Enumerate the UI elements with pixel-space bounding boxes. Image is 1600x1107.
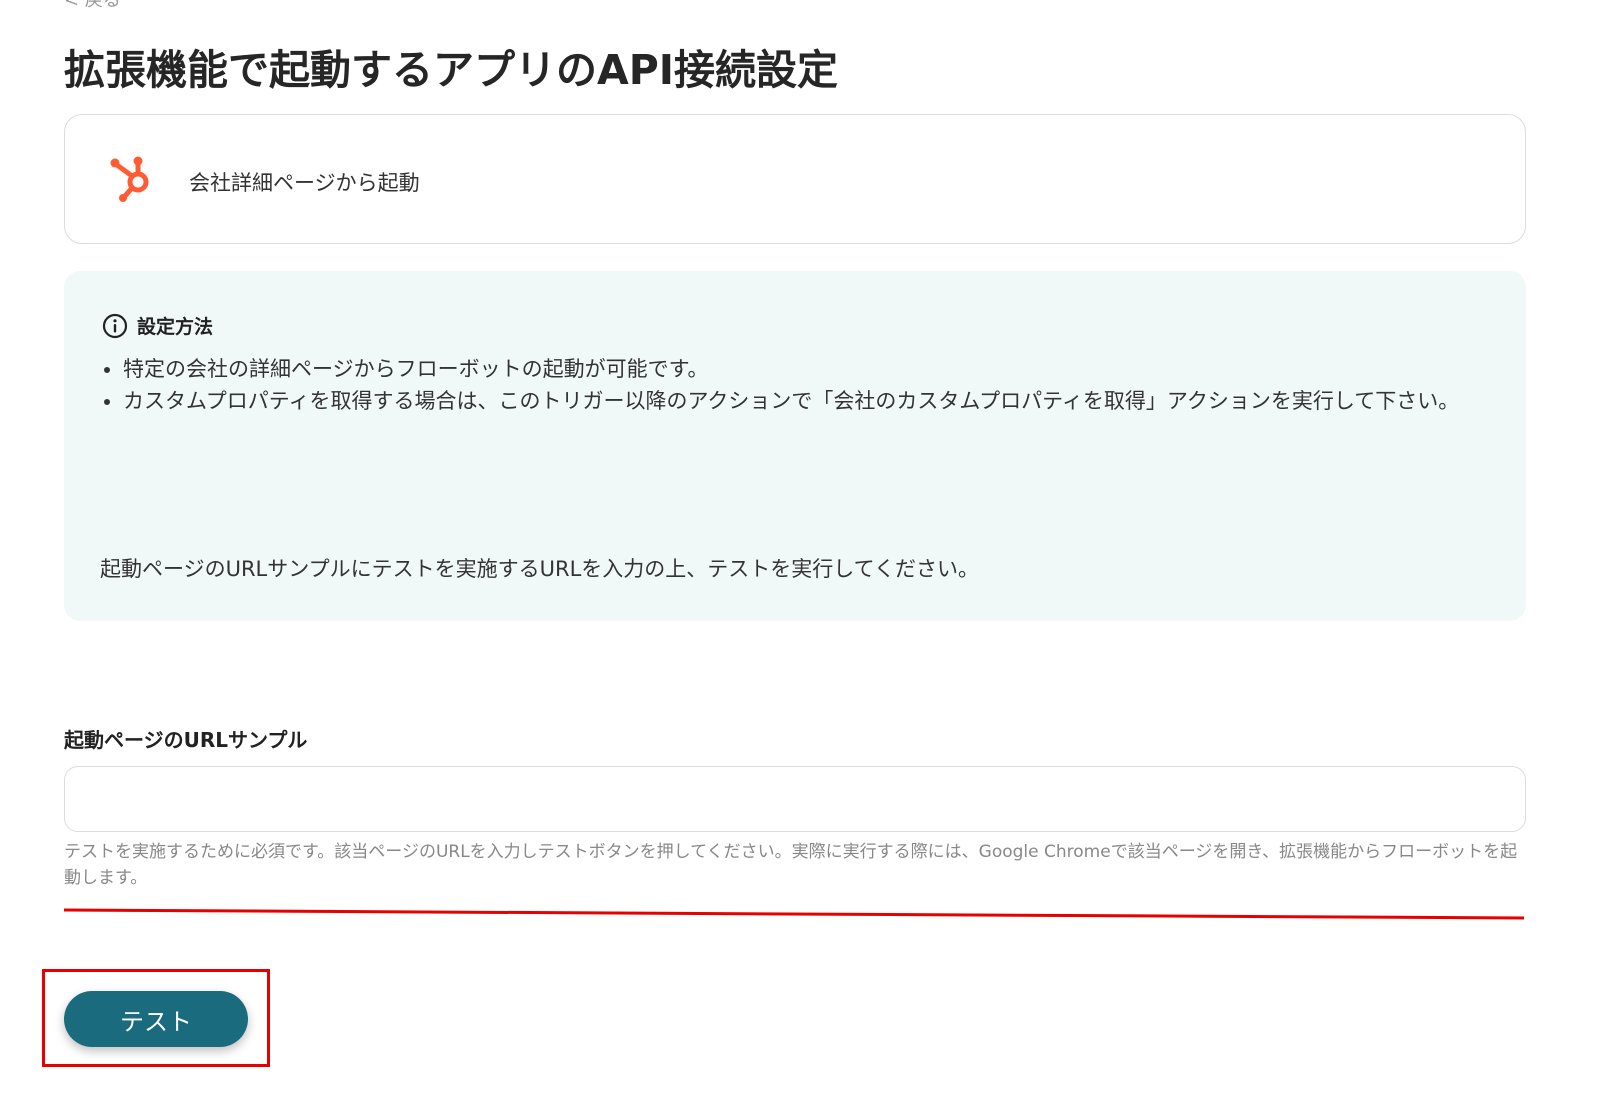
page: < 戻る 拡張機能で起動するアプリのAPI接続設定 会社詳細ページから起動 設定… [0, 0, 1600, 1107]
back-link[interactable]: < 戻る [64, 0, 121, 12]
setup-info-note: 起動ページのURLサンプルにテストを実施するURLを入力の上、テストを実行してく… [100, 557, 980, 581]
hubspot-icon [110, 156, 149, 202]
url-sample-help: テストを実施するために必須です。該当ページのURLを入力しテストボタンを押してく… [64, 842, 1518, 888]
url-sample-input[interactable] [64, 766, 1526, 832]
list-item: 特定の会社の詳細ページからフローボットの起動が可能です。 [123, 353, 1503, 385]
info-circle-icon [102, 313, 128, 338]
annotation-underline [64, 908, 1525, 920]
trigger-label: 会社詳細ページから起動 [189, 171, 420, 195]
url-sample-label: 起動ページのURLサンプル [64, 728, 308, 752]
setup-info-box: 設定方法 特定の会社の詳細ページからフローボットの起動が可能です。 カスタムプロ… [64, 271, 1526, 621]
setup-info-list: 特定の会社の詳細ページからフローボットの起動が可能です。 カスタムプロパティを取… [99, 353, 1503, 417]
test-button[interactable]: テスト [64, 991, 248, 1047]
setup-info-header: 設定方法 [102, 312, 213, 339]
list-item: カスタムプロパティを取得する場合は、このトリガー以降のアクションで「会社のカスタ… [123, 385, 1503, 417]
page-title: 拡張機能で起動するアプリのAPI接続設定 [64, 46, 839, 94]
trigger-card: 会社詳細ページから起動 [64, 114, 1526, 244]
setup-info-title: 設定方法 [137, 316, 214, 338]
